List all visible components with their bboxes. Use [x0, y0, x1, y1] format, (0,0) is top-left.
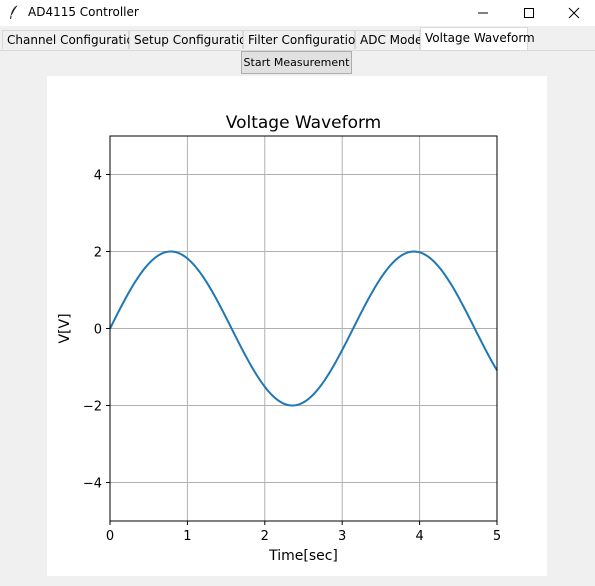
y-axis-label: V[V] — [57, 313, 73, 343]
x-tick-label-4: 4 — [415, 529, 423, 544]
feather-icon — [10, 4, 19, 19]
x-axis-label: Time[sec] — [268, 548, 338, 564]
voltage-waveform-chart: 0 1 2 3 4 5 −4 −2 0 2 4 Voltage Waveform Time[sec]… — [57, 113, 501, 564]
window-titlebar: AD4115 Controller — [0, 0, 595, 26]
y-tick-label-1: −2 — [83, 400, 102, 415]
window-title: AD4115 Controller — [28, 5, 139, 19]
y-tick-label-0: −4 — [83, 477, 102, 492]
tab-setup-configuration[interactable]: Setup Configuration — [129, 30, 254, 49]
x-tick-label-2: 2 — [261, 529, 269, 544]
tab-filter-configuration[interactable]: Filter Configuration — [243, 30, 363, 49]
maximize-icon — [524, 8, 534, 18]
start-measurement-button[interactable]: Start Measurement — [241, 51, 352, 74]
x-tick-label-5: 5 — [493, 529, 501, 544]
chart-title: Voltage Waveform — [226, 113, 381, 133]
y-tick-label-2: 0 — [94, 323, 102, 338]
close-icon — [568, 7, 580, 19]
tab-adc-mode[interactable]: ADC Mode — [355, 30, 422, 49]
y-tick-label-3: 2 — [94, 246, 102, 261]
plot-panel: 0 1 2 3 4 5 −4 −2 0 2 4 Voltage Waveform Time[sec]… — [47, 76, 547, 576]
tab-channel-configuration[interactable]: Channel Configuration — [2, 30, 141, 49]
maximize-button[interactable] — [506, 0, 552, 26]
close-button[interactable] — [551, 0, 595, 26]
y-tick-label-4: 4 — [94, 169, 102, 184]
x-tick-label-3: 3 — [338, 529, 346, 544]
tab-bar: Channel Configuration Setup Configuratio… — [0, 27, 595, 51]
minimize-button[interactable] — [460, 0, 506, 26]
x-tick-label-0: 0 — [106, 529, 114, 544]
x-tick-label-1: 1 — [183, 529, 191, 544]
minimize-icon — [478, 12, 488, 14]
tab-voltage-waveform[interactable]: Voltage Waveform — [420, 27, 535, 50]
